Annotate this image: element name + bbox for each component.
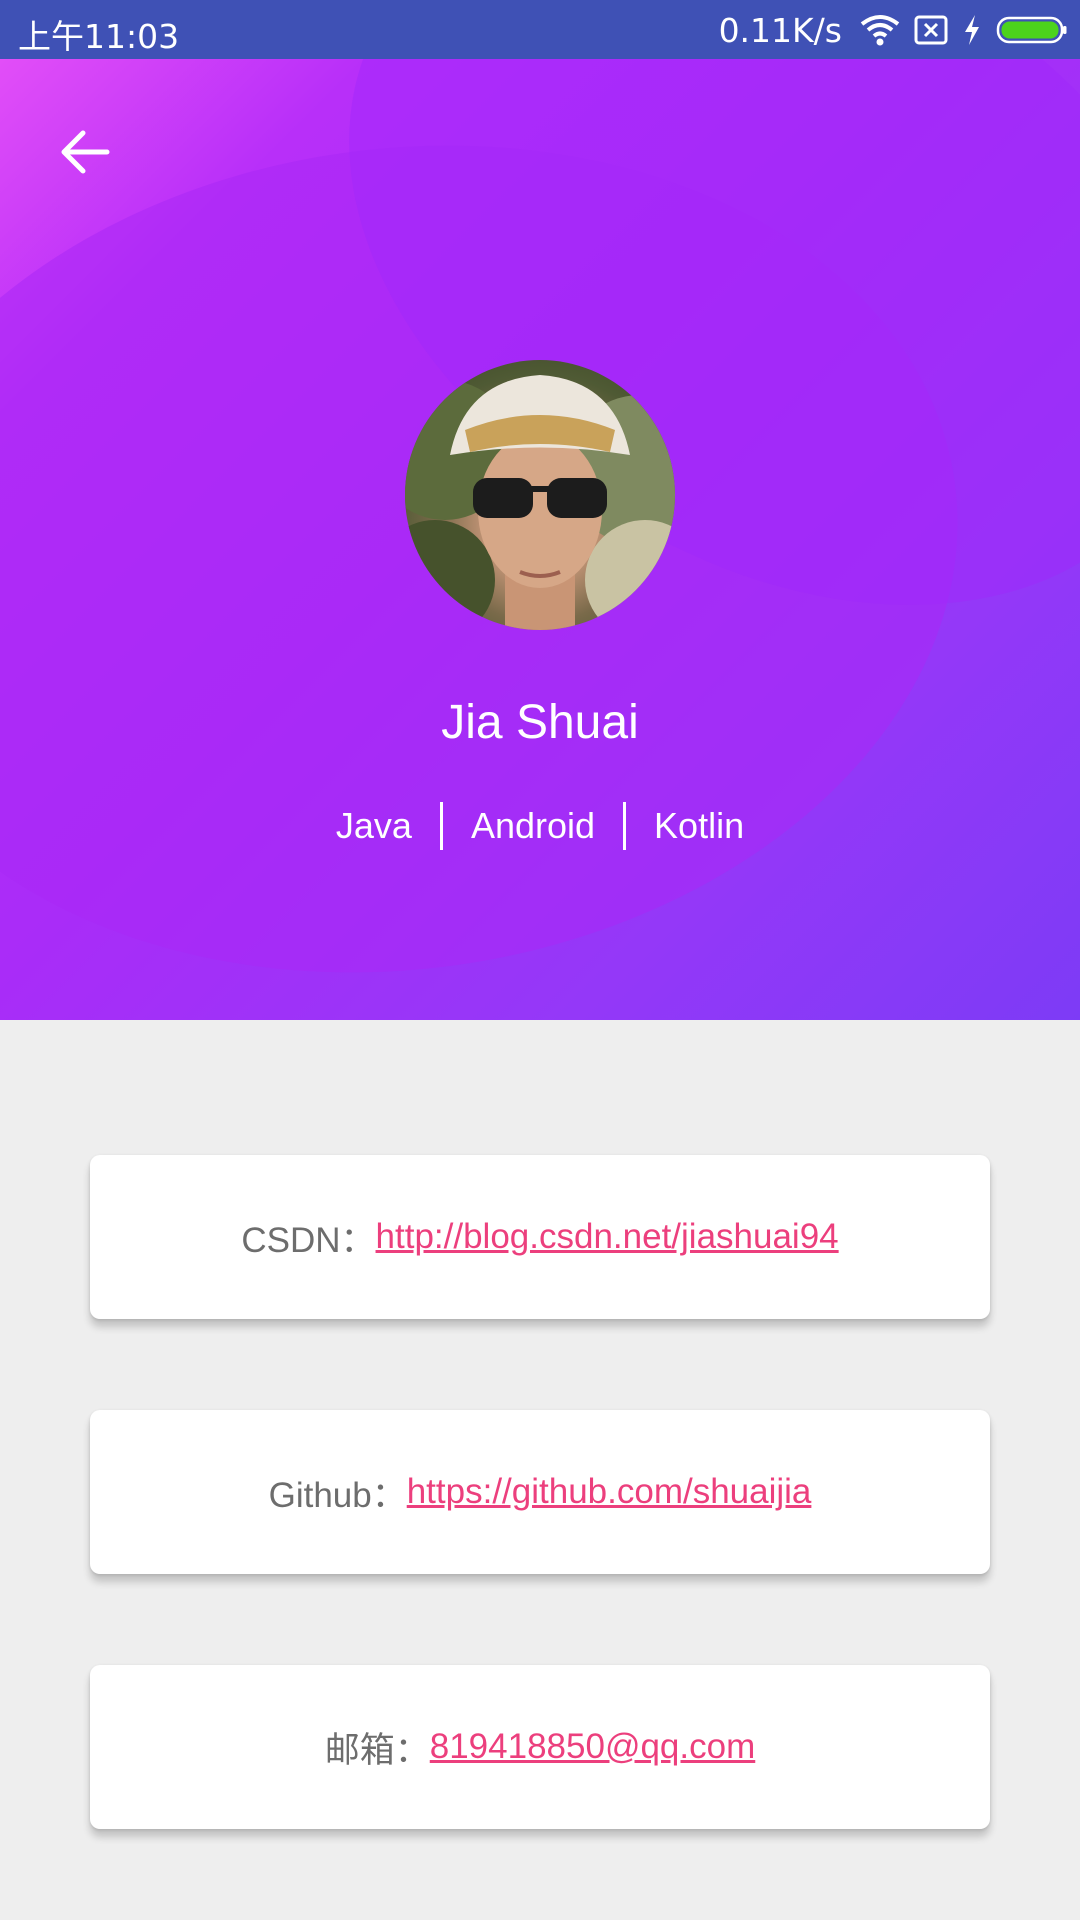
back-button[interactable]	[50, 117, 120, 187]
battery-icon	[996, 15, 1068, 45]
skill-tags: Java Android Kotlin	[0, 801, 1080, 851]
csdn-card[interactable]: CSDN： http://blog.csdn.net/jiashuai94	[90, 1155, 990, 1319]
skill-tag: Android	[470, 805, 596, 846]
no-sim-icon	[914, 15, 948, 45]
skill-tag: Kotlin	[654, 805, 745, 846]
skill-tag: Java	[335, 805, 412, 846]
wifi-icon	[860, 14, 900, 46]
status-bar: 上午11:03 0.11K/s	[0, 0, 1080, 59]
status-time: 上午11:03	[18, 17, 180, 56]
github-card[interactable]: Github： https://github.com/shuaijia	[90, 1410, 990, 1574]
network-speed: 0.11K/s	[718, 10, 842, 50]
email-link[interactable]: 819418850@qq.com	[430, 1727, 756, 1767]
status-icons: 0.11K/s	[719, 8, 1068, 52]
back-arrow-icon	[61, 130, 110, 174]
github-link[interactable]: https://github.com/shuaijia	[407, 1472, 812, 1512]
profile-name: Jia Shuai	[441, 696, 639, 749]
profile-header: Jia Shuai Java Android Kotlin	[0, 59, 1080, 1020]
avatar[interactable]	[405, 360, 675, 630]
github-label: Github：	[268, 1475, 407, 1515]
csdn-label: CSDN：	[241, 1220, 376, 1260]
email-card[interactable]: 邮箱： 819418850@qq.com	[90, 1665, 990, 1829]
email-label: 邮箱：	[324, 1730, 430, 1770]
csdn-link[interactable]: http://blog.csdn.net/jiashuai94	[376, 1217, 839, 1257]
charging-icon	[962, 14, 982, 46]
